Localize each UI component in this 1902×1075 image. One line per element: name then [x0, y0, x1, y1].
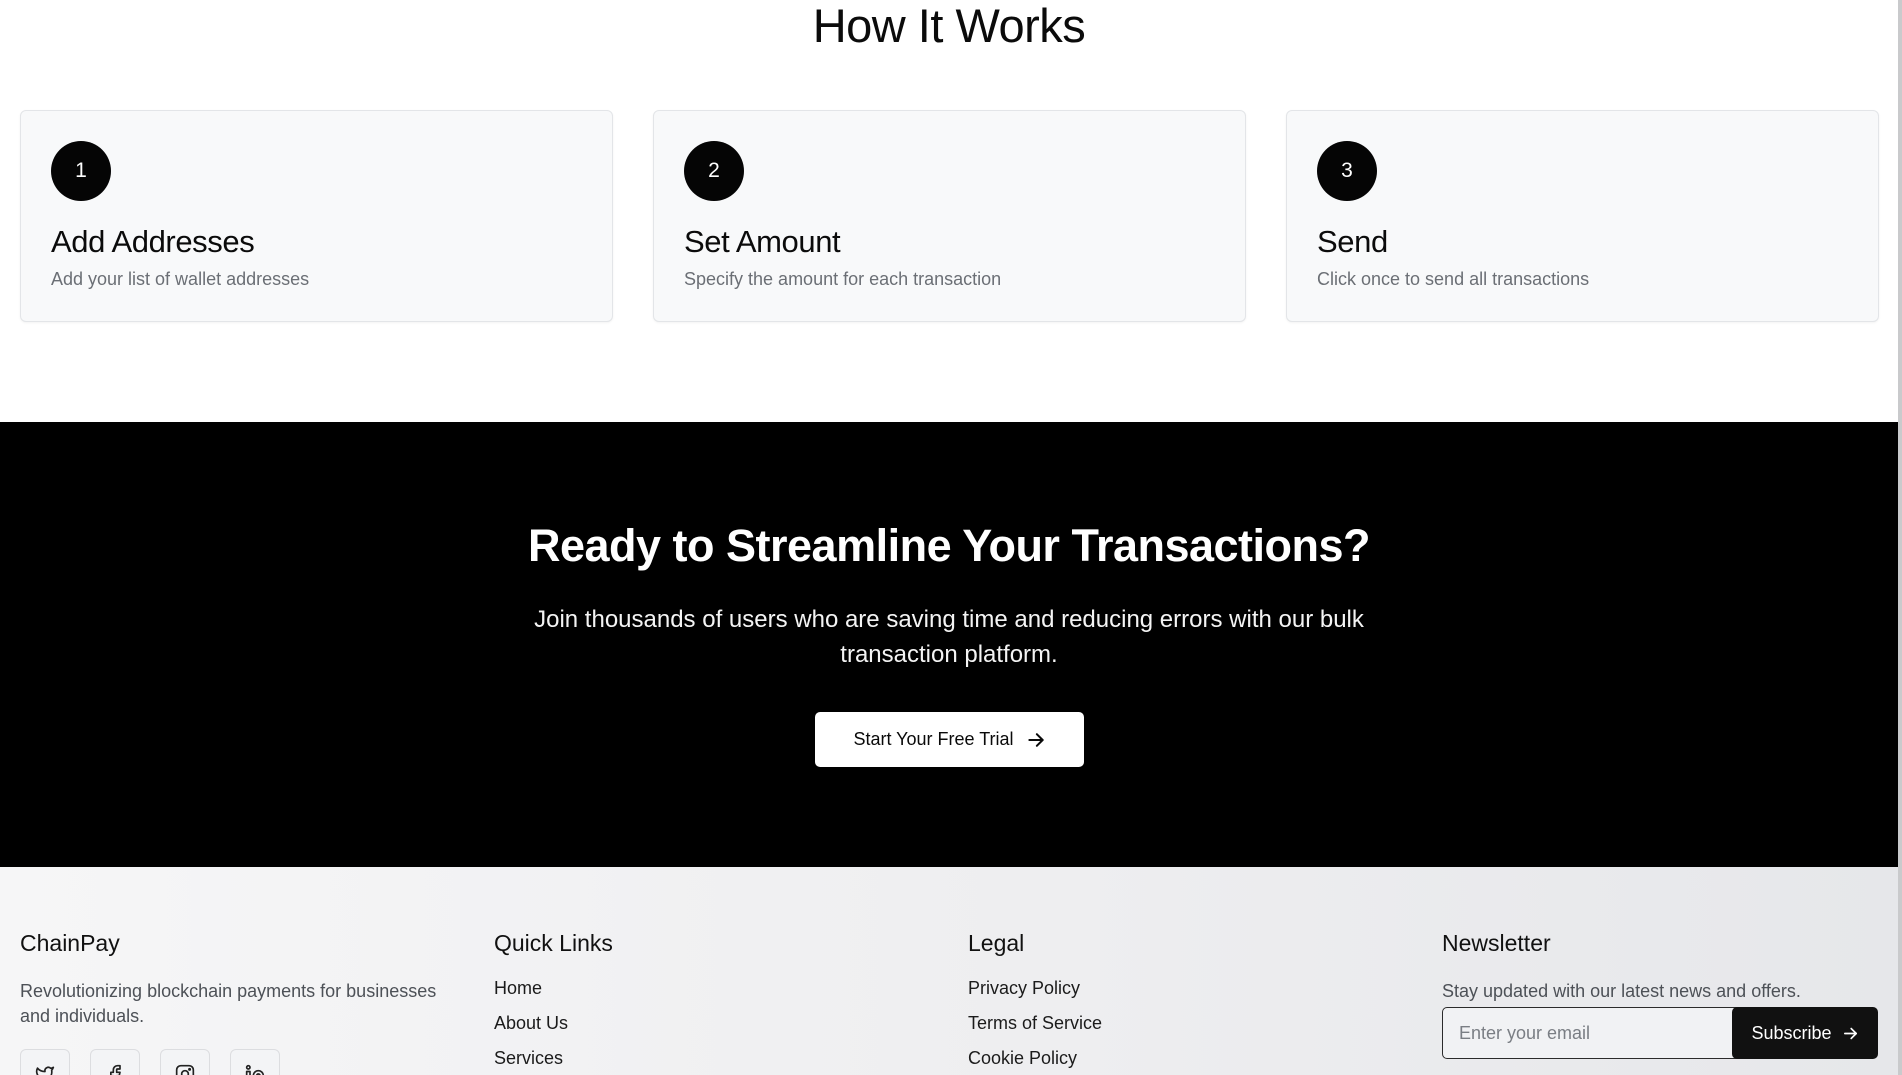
footer-link-home[interactable]: Home [494, 978, 914, 999]
footer-quick-links-column: Quick Links Home About Us Services [494, 929, 914, 1075]
linkedin-link[interactable] [230, 1049, 280, 1075]
step-description: Add your list of wallet addresses [51, 269, 310, 289]
footer: ChainPay Revolutionizing blockchain paym… [0, 867, 1898, 1075]
arrow-right-icon [1027, 732, 1044, 747]
footer-link-privacy-policy[interactable]: Privacy Policy [968, 978, 1388, 999]
footer-brand-name: ChainPay [20, 930, 120, 956]
newsletter-heading: Newsletter [1442, 930, 1551, 956]
footer-link-about-us[interactable]: About Us [494, 1013, 914, 1034]
subscribe-button[interactable]: Subscribe [1732, 1007, 1878, 1059]
instagram-icon [175, 1064, 195, 1075]
quick-links-heading: Quick Links [494, 930, 613, 956]
step-title: Send [1317, 224, 1388, 259]
twitter-link[interactable] [20, 1049, 70, 1075]
start-free-trial-label: Start Your Free Trial [853, 729, 1014, 749]
cta-section: Ready to Streamline Your Transactions? J… [0, 422, 1898, 867]
page: How It Works 1 Add Addresses Add your li… [0, 0, 1902, 1075]
twitter-icon [35, 1066, 55, 1075]
step-description: Specify the amount for each transaction [684, 269, 1002, 289]
facebook-icon [110, 1064, 121, 1075]
how-it-works-title: How It Works [812, 0, 1086, 52]
step-card-add-addresses: 1 Add Addresses Add your list of wallet … [20, 110, 613, 322]
newsletter-form: Subscribe [1442, 1007, 1878, 1059]
footer-link-terms-of-service[interactable]: Terms of Service [968, 1013, 1388, 1034]
instagram-link[interactable] [160, 1049, 210, 1075]
cta-subtitle: Join thousands of users who are saving t… [534, 606, 1364, 668]
step-number-badge: 3 [1317, 141, 1377, 201]
vertical-scrollbar[interactable] [1898, 0, 1902, 1075]
footer-legal-column: Legal Privacy Policy Terms of Service Co… [968, 929, 1388, 1075]
quick-links-list: Home About Us Services [494, 978, 914, 1069]
step-card-set-amount: 2 Set Amount Specify the amount for each… [653, 110, 1246, 322]
step-description: Click once to send all transactions [1317, 269, 1590, 289]
steps-grid: 1 Add Addresses Add your list of wallet … [20, 110, 1879, 322]
footer-brand-column: ChainPay Revolutionizing blockchain paym… [20, 929, 440, 1075]
step-number-badge: 1 [51, 141, 111, 201]
step-number-badge: 2 [684, 141, 744, 201]
footer-link-services[interactable]: Services [494, 1048, 914, 1069]
step-title: Set Amount [684, 224, 841, 259]
legal-links-list: Privacy Policy Terms of Service Cookie P… [968, 978, 1388, 1069]
newsletter-email-input[interactable] [1442, 1007, 1742, 1059]
newsletter-description: Stay updated with our latest news and of… [1442, 981, 1801, 1001]
footer-newsletter-column: Newsletter Stay updated with our latest … [1442, 929, 1878, 1059]
facebook-link[interactable] [90, 1049, 140, 1075]
step-card-send: 3 Send Click once to send all transactio… [1286, 110, 1879, 322]
footer-brand-description: Revolutionizing blockchain payments for … [20, 981, 437, 1026]
subscribe-label: Subscribe [1751, 1022, 1832, 1043]
main-content: How It Works 1 Add Addresses Add your li… [0, 0, 1898, 1075]
arrow-right-icon [1843, 1027, 1857, 1039]
scrollbar-thumb[interactable] [1898, 0, 1902, 1075]
start-free-trial-button[interactable]: Start Your Free Trial [815, 712, 1084, 767]
legal-heading: Legal [968, 930, 1025, 956]
cta-title: Ready to Streamline Your Transactions? [527, 520, 1371, 571]
step-title: Add Addresses [51, 224, 255, 259]
footer-link-cookie-policy[interactable]: Cookie Policy [968, 1048, 1388, 1069]
linkedin-icon [245, 1064, 265, 1075]
